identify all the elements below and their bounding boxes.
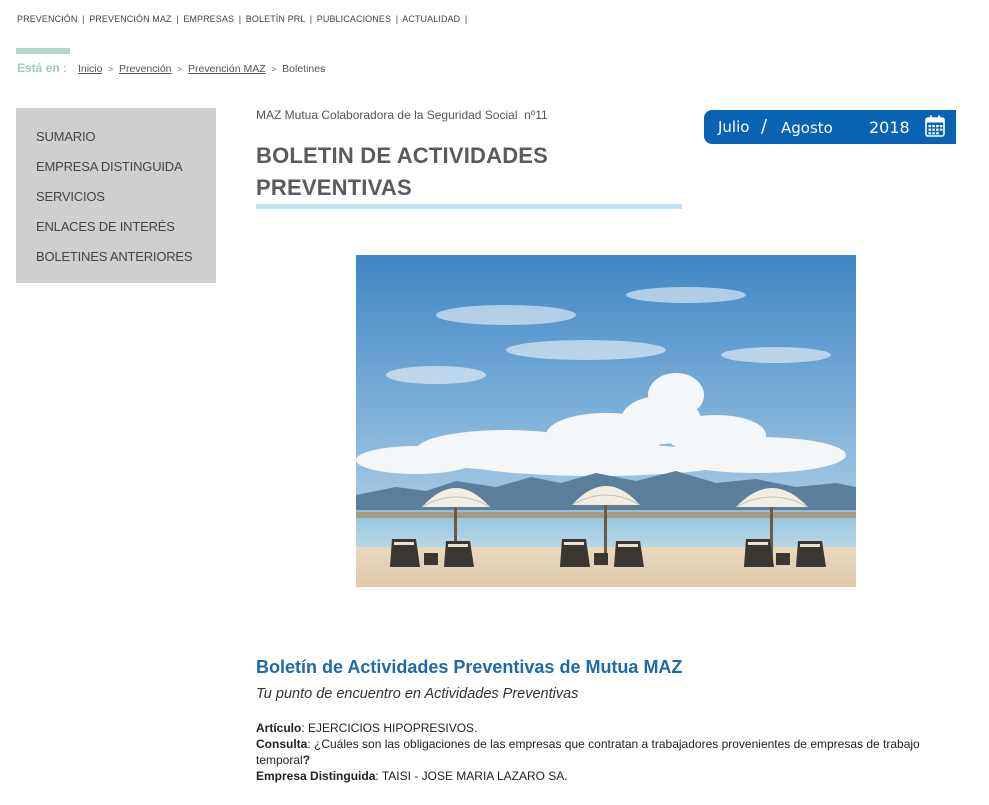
topnav-separator: |: [176, 14, 179, 24]
topnav-actualidad[interactable]: ACTUALIDAD: [402, 14, 460, 24]
beach-umbrellas-photo: [356, 255, 856, 587]
topnav-separator: |: [82, 14, 85, 24]
topnav-separator: |: [395, 14, 399, 24]
topnav-publicaciones[interactable]: PUBLICACIONES: [317, 14, 391, 24]
sidebar-menu: SUMARIO EMPRESA DISTINGUIDA SERVICIOS EN…: [16, 108, 216, 283]
list-item-articulo[interactable]: Artículo: EJERCICIOS HIPOPRESIVOS.: [256, 720, 936, 736]
breadcrumb-arrow: >: [108, 65, 114, 74]
sidebar-item-boletines-anteriores[interactable]: BOLETINES ANTERIORES: [36, 246, 216, 276]
breadcrumb-arrow: >: [177, 65, 183, 74]
breadcrumb-label: Está en :: [17, 61, 68, 75]
bulletin-subtitle: MAZ Mutua Colaboradora de la Seguridad S…: [256, 108, 548, 122]
articulo-text: : EJERCICIOS HIPOPRESIVOS.: [301, 721, 478, 735]
consulta-label: Consulta: [256, 737, 308, 751]
articulo-label: Artículo: [256, 721, 302, 735]
bulletin-items: Artículo: EJERCICIOS HIPOPRESIVOS. Consu…: [256, 720, 936, 784]
section-heading: Boletín de Actividades Preventivas de Mu…: [256, 657, 683, 677]
topnav-separator: |: [309, 14, 313, 24]
topnav-empresas[interactable]: EMPRESAS: [183, 14, 234, 24]
date-slash: /: [761, 116, 768, 137]
date-month-start: Julio: [718, 118, 750, 136]
sidebar-item-servicios[interactable]: SERVICIOS: [36, 186, 216, 216]
sidebar-item-enlaces[interactable]: ENLACES DE INTERÉS: [36, 216, 216, 246]
page-title: BOLETIN DE ACTIVIDADES PREVENTIVAS: [256, 143, 549, 200]
topnav-prevencion[interactable]: PREVENCIÓN: [17, 14, 78, 24]
section-tagline: Tu punto de encuentro en Actividades Pre…: [256, 686, 579, 702]
breadcrumb-current: Boletines: [282, 63, 326, 75]
breadcrumb-inicio[interactable]: Inicio: [78, 63, 103, 75]
breadcrumb-prevencion[interactable]: Prevención: [119, 63, 172, 75]
sidebar-item-sumario[interactable]: SUMARIO: [36, 126, 216, 156]
topnav-boletin-prl[interactable]: BOLETÍN PRL: [246, 14, 305, 24]
breadcrumb: Está en : Inicio > Prevención > Prevenci…: [17, 61, 325, 75]
top-nav: PREVENCIÓN | PREVENCIÓN MAZ | EMPRESAS |…: [17, 14, 469, 24]
calendar-icon: [925, 115, 945, 137]
title-underline: [256, 204, 682, 209]
breadcrumb-arrow: >: [271, 65, 277, 74]
consulta-end: ?: [302, 753, 311, 767]
topnav-separator: |: [238, 14, 242, 24]
list-item-consulta[interactable]: Consulta: ¿Cuáles son las obligaciones d…: [256, 736, 936, 768]
consulta-text: : ¿Cuáles son las obligaciones de las em…: [256, 737, 920, 767]
date-year: 2018: [869, 118, 910, 137]
empresa-label: Empresa Distinguida: [256, 769, 376, 783]
date-badge: Julio / Agosto 2018: [704, 110, 956, 144]
breadcrumb-accent-bar: [16, 48, 70, 54]
topnav-prevencion-maz[interactable]: PREVENCIÓN MAZ: [89, 14, 171, 24]
date-month-end: Agosto: [781, 119, 833, 137]
sidebar-item-empresa-distinguida[interactable]: EMPRESA DISTINGUIDA: [36, 156, 216, 186]
breadcrumb-prevencion-maz[interactable]: Prevención MAZ: [188, 63, 266, 75]
hero-image: [356, 255, 856, 587]
topnav-separator: |: [464, 14, 468, 24]
empresa-text: : TAISI - JOSE MARIA LAZARO SA.: [375, 769, 568, 783]
list-item-empresa[interactable]: Empresa Distinguida: TAISI - JOSE MARIA …: [256, 768, 936, 784]
